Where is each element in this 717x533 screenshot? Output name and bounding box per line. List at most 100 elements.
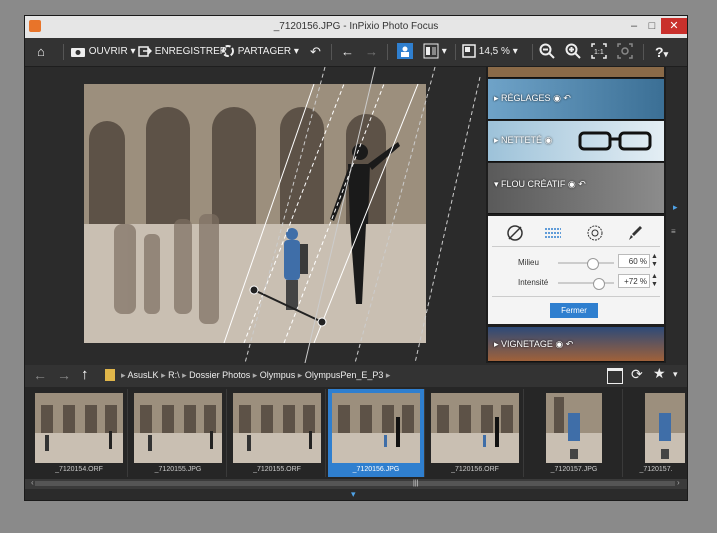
nav-back-button[interactable]: ← [33,367,47,383]
back-button[interactable]: ← [341,42,354,62]
undo-button[interactable]: ↶ [310,42,321,62]
panel-flou[interactable]: ▾ FLOU CRÉATIF ◉ ↶ [488,163,664,214]
home-button[interactable]: ⌂ [37,42,45,62]
scroll-right-icon[interactable]: › [677,478,680,487]
window-title: _7120156.JPG - InPixio Photo Focus [273,21,439,32]
panel-vignetage[interactable]: ▸ VIGNETAGE ◉ ↶ [488,327,664,362]
thumbnail[interactable]: _7120157.JPG [526,389,623,477]
breadcrumb-item[interactable]: Olympus [260,370,296,380]
close-flou-button[interactable]: Fermer [550,303,598,318]
collapse-strip-icon[interactable]: ▾ [351,489,356,500]
intensite-stepper[interactable]: ▲ ▼ [651,273,658,289]
thumbnail[interactable]: _7120154.ORF [31,389,128,477]
share-icon [222,45,234,58]
file-navigation-bar: ← → ↑ ▸ AsusLK ▸ R:\ ▸ Dossier Photos ▸ … [25,365,687,387]
app-window: _7120156.JPG - InPixio Photo Focus – □ ✕… [24,15,688,501]
thumbnail[interactable]: _7120155.JPG [130,389,227,477]
milieu-slider[interactable] [558,258,614,270]
chevron-down-icon[interactable]: ▾ [673,369,678,380]
divider [492,296,660,297]
thumbnail[interactable]: _7120155.ORF [229,389,326,477]
adjustments-panel: ▸ RÉGLAGES ◉ ↶ ▸ NETTETÉ ◉ ▾ FLOU CRÉATI… [486,67,666,363]
chevron-down-icon: ▾ [293,46,299,57]
help-button[interactable]: ?▾ [655,42,668,62]
chevron-down-icon: ▾ [130,46,136,57]
save-button[interactable]: ENREGISTRER [138,42,227,62]
open-button[interactable]: OUVRIR ▾ [70,42,136,62]
nav-up-button[interactable]: ↑ [81,366,89,383]
undo-icon: ↶ [310,44,321,59]
intensite-value-field[interactable]: +72 % [618,274,650,288]
nav-forward-button[interactable]: → [57,367,71,383]
folder-open-icon[interactable] [607,368,623,384]
arrow-left-icon: ← [33,367,47,383]
breadcrumb-item[interactable]: Dossier Photos [189,370,250,380]
panel-reglages-label: ▸ RÉGLAGES ◉ ↶ [494,93,571,103]
scroll-left-icon[interactable]: ‹ [31,478,34,487]
share-button[interactable]: PARTAGER ▾ [221,42,299,62]
chevron-down-icon: ▾ [441,46,447,57]
thumbnail-image [134,393,222,463]
forward-button[interactable]: → [365,42,378,62]
breadcrumb-item[interactable]: AsusLK [128,370,159,380]
panel-top-strip [488,67,664,78]
arrow-up-icon: ↑ [81,366,89,383]
panel-reglages[interactable]: ▸ RÉGLAGES ◉ ↶ [488,79,664,120]
close-button[interactable]: ✕ [661,18,687,34]
intensite-label: Intensité [518,278,549,287]
thumbnail-caption: _7120155.JPG [154,466,202,473]
grip-icon[interactable]: ||| [413,480,418,487]
zoom-out-icon [539,43,555,60]
glasses-icon [578,131,652,151]
milieu-value-field[interactable]: 60 % [618,254,650,268]
thumbnail[interactable]: _7120157. [625,389,687,477]
view-single-button[interactable] [397,42,413,62]
person-view-icon [397,43,413,60]
breadcrumb-item[interactable]: OlympusPen_E_P3 [305,370,384,380]
thumbnail-caption: _7120156.ORF [451,466,499,473]
zoom-selector[interactable]: 14,5 % ▾ [462,42,518,62]
maximize-button[interactable]: □ [643,18,661,34]
star-icon[interactable]: ★ [653,365,666,382]
zoom-in-button[interactable] [565,42,581,62]
overlay-guides [244,67,481,363]
actual-size-button[interactable]: 1:1 [591,42,607,62]
panel-nettete-label: ▸ NETTETÉ ◉ [494,135,553,145]
toolbar-divider [331,44,332,60]
grip-icon[interactable]: ≡ [671,227,676,236]
flou-settings: Milieu 60 % ▲ ▼ Intensité +72 % ▲ ▼ Fermer [488,216,664,324]
blur-linear-icon[interactable] [544,224,562,242]
actual-size-icon: 1:1 [591,43,607,60]
view-compare-button[interactable]: ▾ [423,42,447,62]
title-bar: _7120156.JPG - InPixio Photo Focus – □ ✕ [25,16,687,38]
brush-icon[interactable] [626,224,644,242]
toolbar-divider [643,44,644,60]
blur-none-icon[interactable] [506,224,524,242]
refresh-icon[interactable]: ⟳ [631,366,643,383]
thumbnail[interactable]: _7120156.ORF [427,389,524,477]
export-icon [138,46,153,58]
bottom-bar: ▾ [25,489,687,500]
milieu-slider-thumb[interactable] [586,258,599,270]
toolbar-divider [455,44,456,60]
breadcrumb-item[interactable]: R:\ [168,370,180,380]
fit-screen-button[interactable] [617,42,633,62]
fit-icon [462,44,476,59]
intensite-slider-thumb[interactable] [593,278,606,290]
thumbnail-scrollbar[interactable]: ‹ ||| › [25,478,687,489]
minimize-button[interactable]: – [625,18,643,34]
thumbnail-caption: _7120154.ORF [55,466,103,473]
thumbnail-image [431,393,519,463]
thumbnail-caption: _7120155.ORF [253,466,301,473]
panel-nettete[interactable]: ▸ NETTETÉ ◉ [488,121,664,162]
thumbnail-selected[interactable]: _7120156.JPG [328,389,425,477]
thumbnail-image [546,393,602,463]
expand-panel-icon[interactable]: ▸ [673,202,678,213]
panel-scrollbar[interactable]: ▸ ≡ [667,67,687,363]
milieu-stepper[interactable]: ▲ ▼ [651,253,658,269]
zoom-out-button[interactable] [539,42,555,62]
thumbnail-caption: _7120156.JPG [352,466,400,473]
blur-radial-icon[interactable] [586,224,604,242]
scrollbar-thumb[interactable] [35,481,675,486]
intensite-slider[interactable] [558,278,614,290]
